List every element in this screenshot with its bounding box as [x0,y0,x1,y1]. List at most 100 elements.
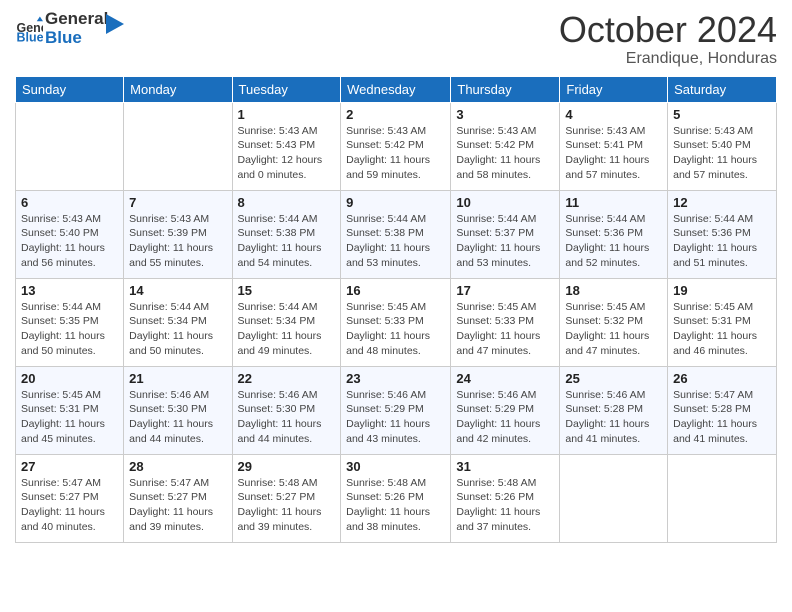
calendar-cell: 30 Sunrise: 5:48 AMSunset: 5:26 PMDayligh… [341,454,451,542]
header: General Blue General Blue October 2024 E… [15,10,777,68]
day-number: 30 [346,459,445,474]
header-row: SundayMondayTuesdayWednesdayThursdayFrid… [16,76,777,102]
location: Erandique, Honduras [559,50,777,68]
day-number: 12 [673,195,771,210]
day-detail: Sunrise: 5:45 AMSunset: 5:33 PMDaylight:… [346,300,445,359]
calendar-cell [16,102,124,190]
day-number: 19 [673,283,771,298]
calendar-cell: 17 Sunrise: 5:45 AMSunset: 5:33 PMDayligh… [451,278,560,366]
day-number: 29 [238,459,336,474]
day-detail: Sunrise: 5:43 AMSunset: 5:42 PMDaylight:… [346,124,445,183]
week-row-1: 1Sunrise: 5:43 AMSunset: 5:43 PMDaylight… [16,102,777,190]
day-detail: Sunrise: 5:44 AMSunset: 5:37 PMDaylight:… [456,212,554,271]
header-day-monday: Monday [124,76,232,102]
calendar-cell: 18 Sunrise: 5:45 AMSunset: 5:32 PMDayligh… [560,278,668,366]
day-detail: Sunrise: 5:46 AMSunset: 5:28 PMDaylight:… [565,388,662,447]
day-number: 31 [456,459,554,474]
calendar-table: SundayMondayTuesdayWednesdayThursdayFrid… [15,76,777,543]
week-row-3: 13 Sunrise: 5:44 AMSunset: 5:35 PMDayligh… [16,278,777,366]
calendar-cell: 22 Sunrise: 5:46 AMSunset: 5:30 PMDayligh… [232,366,341,454]
day-number: 8 [238,195,336,210]
day-number: 4 [565,107,662,122]
calendar-cell: 24 Sunrise: 5:46 AMSunset: 5:29 PMDayligh… [451,366,560,454]
day-detail: Sunrise: 5:44 AMSunset: 5:34 PMDaylight:… [129,300,226,359]
day-number: 5 [673,107,771,122]
day-number: 2 [346,107,445,122]
day-detail: Sunrise: 5:45 AMSunset: 5:31 PMDaylight:… [673,300,771,359]
logo: General Blue General Blue [15,10,124,47]
day-detail: Sunrise: 5:47 AMSunset: 5:28 PMDaylight:… [673,388,771,447]
header-day-saturday: Saturday [668,76,777,102]
day-detail: Sunrise: 5:43 AMSunset: 5:41 PMDaylight:… [565,124,662,183]
calendar-cell: 13 Sunrise: 5:44 AMSunset: 5:35 PMDayligh… [16,278,124,366]
calendar-cell [560,454,668,542]
day-number: 25 [565,371,662,386]
calendar-cell: 3 Sunrise: 5:43 AMSunset: 5:42 PMDaylight… [451,102,560,190]
day-detail: Sunrise: 5:43 AMSunset: 5:42 PMDaylight:… [456,124,554,183]
day-detail: Sunrise: 5:46 AMSunset: 5:30 PMDaylight:… [129,388,226,447]
day-number: 15 [238,283,336,298]
day-number: 1 [238,107,336,122]
calendar-cell: 7 Sunrise: 5:43 AMSunset: 5:39 PMDaylight… [124,190,232,278]
day-number: 13 [21,283,118,298]
day-detail: Sunrise: 5:44 AMSunset: 5:38 PMDaylight:… [346,212,445,271]
day-number: 27 [21,459,118,474]
header-day-wednesday: Wednesday [341,76,451,102]
calendar-cell: 11Sunrise: 5:44 AMSunset: 5:36 PMDayligh… [560,190,668,278]
day-detail: Sunrise: 5:44 AMSunset: 5:38 PMDaylight:… [238,212,336,271]
logo-arrow-icon [106,14,124,34]
day-detail: Sunrise: 5:43 AMSunset: 5:40 PMDaylight:… [673,124,771,183]
calendar-cell: 12 Sunrise: 5:44 AMSunset: 5:36 PMDayligh… [668,190,777,278]
calendar-cell: 20Sunrise: 5:45 AMSunset: 5:31 PMDayligh… [16,366,124,454]
month-title: October 2024 [559,10,777,50]
day-number: 3 [456,107,554,122]
day-number: 10 [456,195,554,210]
calendar-cell: 4 Sunrise: 5:43 AMSunset: 5:41 PMDaylight… [560,102,668,190]
calendar-cell [124,102,232,190]
calendar-cell: 10 Sunrise: 5:44 AMSunset: 5:37 PMDayligh… [451,190,560,278]
calendar-cell [668,454,777,542]
logo-general: General [45,10,108,29]
header-day-tuesday: Tuesday [232,76,341,102]
day-number: 28 [129,459,226,474]
calendar-cell: 31Sunrise: 5:48 AMSunset: 5:26 PMDayligh… [451,454,560,542]
day-detail: Sunrise: 5:46 AMSunset: 5:30 PMDaylight:… [238,388,336,447]
day-number: 9 [346,195,445,210]
day-number: 14 [129,283,226,298]
day-detail: Sunrise: 5:47 AMSunset: 5:27 PMDaylight:… [129,476,226,535]
day-detail: Sunrise: 5:44 AMSunset: 5:36 PMDaylight:… [673,212,771,271]
logo-icon: General Blue [15,15,43,43]
day-number: 22 [238,371,336,386]
calendar-cell: 14 Sunrise: 5:44 AMSunset: 5:34 PMDayligh… [124,278,232,366]
day-number: 24 [456,371,554,386]
calendar-cell: 8 Sunrise: 5:44 AMSunset: 5:38 PMDaylight… [232,190,341,278]
day-number: 26 [673,371,771,386]
calendar-cell: 26 Sunrise: 5:47 AMSunset: 5:28 PMDayligh… [668,366,777,454]
calendar-cell: 16Sunrise: 5:45 AMSunset: 5:33 PMDayligh… [341,278,451,366]
day-detail: Sunrise: 5:44 AMSunset: 5:35 PMDaylight:… [21,300,118,359]
day-number: 18 [565,283,662,298]
day-number: 17 [456,283,554,298]
week-row-4: 20Sunrise: 5:45 AMSunset: 5:31 PMDayligh… [16,366,777,454]
day-detail: Sunrise: 5:46 AMSunset: 5:29 PMDaylight:… [456,388,554,447]
day-number: 7 [129,195,226,210]
calendar-cell: 28 Sunrise: 5:47 AMSunset: 5:27 PMDayligh… [124,454,232,542]
day-detail: Sunrise: 5:48 AMSunset: 5:27 PMDaylight:… [238,476,336,535]
calendar-cell: 6Sunrise: 5:43 AMSunset: 5:40 PMDaylight… [16,190,124,278]
day-detail: Sunrise: 5:44 AMSunset: 5:34 PMDaylight:… [238,300,336,359]
day-detail: Sunrise: 5:45 AMSunset: 5:33 PMDaylight:… [456,300,554,359]
svg-text:Blue: Blue [17,30,43,43]
calendar-cell: 5 Sunrise: 5:43 AMSunset: 5:40 PMDaylight… [668,102,777,190]
day-number: 11 [565,195,662,210]
title-block: October 2024 Erandique, Honduras [559,10,777,68]
day-number: 20 [21,371,118,386]
day-detail: Sunrise: 5:45 AMSunset: 5:32 PMDaylight:… [565,300,662,359]
day-detail: Sunrise: 5:43 AMSunset: 5:39 PMDaylight:… [129,212,226,271]
day-number: 23 [346,371,445,386]
calendar-cell: 27Sunrise: 5:47 AMSunset: 5:27 PMDayligh… [16,454,124,542]
page: General Blue General Blue October 2024 E… [0,0,792,612]
day-detail: Sunrise: 5:48 AMSunset: 5:26 PMDaylight:… [346,476,445,535]
logo-blue: Blue [45,29,108,48]
header-day-sunday: Sunday [16,76,124,102]
calendar-cell: 19 Sunrise: 5:45 AMSunset: 5:31 PMDayligh… [668,278,777,366]
